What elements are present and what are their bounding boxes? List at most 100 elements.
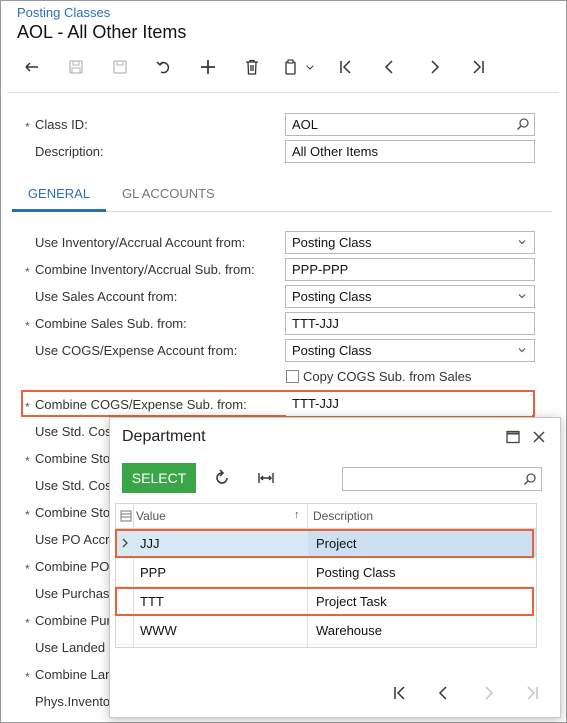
- truncated-field-label: Use Landed: [35, 640, 106, 655]
- column-header-description[interactable]: Description: [313, 509, 373, 523]
- row-highlight-jjj: [115, 529, 534, 558]
- back-icon: [25, 62, 38, 72]
- save-close-button[interactable]: [54, 52, 98, 82]
- add-button[interactable]: [186, 52, 230, 82]
- inv-sub-value: PPP-PPP: [292, 262, 349, 277]
- next-record-button[interactable]: [412, 52, 456, 82]
- close-icon[interactable]: [531, 429, 547, 445]
- required-marker: *: [25, 508, 30, 522]
- undo-icon: [156, 61, 170, 74]
- fit-columns-icon[interactable]: [256, 468, 276, 488]
- refresh-icon[interactable]: [212, 468, 232, 488]
- delete-icon: [246, 59, 258, 75]
- sales-account-label: Use Sales Account from:: [35, 289, 178, 304]
- next-page-icon[interactable]: [479, 684, 497, 702]
- lookup-search-input[interactable]: [342, 467, 542, 491]
- row-highlight-ttt: [115, 587, 534, 616]
- dialog-title: Department: [122, 428, 206, 445]
- inv-sub-label: Combine Inventory/Accrual Sub. from:: [35, 262, 255, 277]
- undo-button[interactable]: [142, 52, 186, 82]
- cogs-sub-label: Combine COGS/Expense Sub. from:: [35, 397, 247, 412]
- first-page-icon[interactable]: [391, 684, 409, 702]
- truncated-field-label: Use PO Accr: [35, 532, 110, 547]
- inv-account-value: Posting Class: [292, 235, 372, 250]
- truncated-field-label: Combine Sto: [35, 505, 111, 520]
- cogs-account-value: Posting Class: [292, 343, 372, 358]
- class-id-value: AOL: [292, 117, 319, 132]
- sort-ascending-icon: ↑: [294, 509, 300, 521]
- truncated-field-label: Use Std. Cos: [35, 424, 112, 439]
- tab-gl-accounts[interactable]: GL ACCOUNTS: [122, 177, 215, 212]
- required-marker: *: [25, 400, 30, 414]
- chevron-down-icon: [306, 65, 314, 70]
- delete-button[interactable]: [230, 52, 274, 82]
- required-marker: *: [25, 562, 30, 576]
- select-button[interactable]: SELECT: [122, 463, 196, 493]
- cogs-account-label: Use COGS/Expense Account from:: [35, 343, 238, 358]
- add-icon: [201, 60, 215, 74]
- required-marker: *: [25, 616, 30, 630]
- copy-paste-menu-button[interactable]: [274, 52, 324, 82]
- required-marker: *: [25, 120, 30, 134]
- last-record-button[interactable]: [456, 52, 500, 82]
- value-cell: WWW: [140, 623, 177, 638]
- back-button[interactable]: [10, 52, 54, 82]
- save-button[interactable]: [98, 52, 142, 82]
- value-cell: PPP: [140, 565, 167, 580]
- search-icon[interactable]: [516, 117, 530, 131]
- tab-bar: GENERAL GL ACCOUNTS: [12, 177, 552, 212]
- inv-account-select[interactable]: Posting Class: [285, 231, 535, 254]
- next-icon: [431, 60, 440, 74]
- description-label: Description:: [35, 144, 104, 159]
- description-field[interactable]: All Other Items: [285, 140, 535, 163]
- cogs-sub-field[interactable]: TTT-JJJ: [286, 393, 532, 416]
- copy-cogs-checkbox[interactable]: [286, 370, 299, 383]
- required-marker: *: [25, 670, 30, 684]
- truncated-field-label: Combine PO: [35, 559, 110, 574]
- lookup-grid: Value ↑ Description JJJ Project PPP Posting…: [115, 503, 537, 648]
- department-lookup-dialog: Department SELECT Value ↑ Description JJ…: [109, 417, 561, 718]
- inv-sub-field[interactable]: PPP-PPP: [285, 258, 535, 281]
- last-page-icon[interactable]: [523, 684, 541, 702]
- class-id-field[interactable]: AOL: [285, 113, 535, 136]
- truncated-field-label: Combine Sto: [35, 451, 111, 466]
- class-id-label: Class ID:: [35, 117, 88, 132]
- first-record-button[interactable]: [324, 52, 368, 82]
- maximize-icon[interactable]: [506, 430, 520, 444]
- sales-account-select[interactable]: Posting Class: [285, 285, 535, 308]
- last-icon: [473, 60, 484, 74]
- description-value: All Other Items: [292, 144, 378, 159]
- required-marker: *: [25, 319, 30, 333]
- cogs-account-select[interactable]: Posting Class: [285, 339, 535, 362]
- truncated-field-label: Use Purchas: [35, 586, 110, 601]
- save-icon: [113, 60, 127, 74]
- required-marker: *: [25, 454, 30, 468]
- sales-sub-field[interactable]: TTT-JJJ: [285, 312, 535, 335]
- copy-cogs-label: Copy COGS Sub. from Sales: [303, 369, 472, 384]
- cogs-sub-value: TTT-JJJ: [292, 396, 339, 411]
- chevron-down-icon: [518, 240, 526, 245]
- grid-header: Value ↑ Description: [116, 504, 536, 529]
- copy-paste-icon: [285, 59, 296, 75]
- table-row[interactable]: WWW Warehouse: [116, 616, 536, 645]
- table-row[interactable]: PPP Posting Class: [116, 558, 536, 587]
- chevron-down-icon: [518, 294, 526, 299]
- toolbar: [10, 52, 500, 82]
- truncated-field-label: Combine Pur: [35, 613, 111, 628]
- prev-record-button[interactable]: [368, 52, 412, 82]
- sales-account-value: Posting Class: [292, 289, 372, 304]
- breadcrumb[interactable]: Posting Classes: [17, 5, 110, 20]
- sales-sub-value: TTT-JJJ: [292, 316, 339, 331]
- save-close-icon: [69, 60, 83, 74]
- sales-sub-label: Combine Sales Sub. from:: [35, 316, 187, 331]
- first-icon: [340, 60, 351, 74]
- tab-general[interactable]: GENERAL: [12, 177, 106, 212]
- prev-page-icon[interactable]: [435, 684, 453, 702]
- truncated-field-label: Phys.Invento: [35, 694, 111, 709]
- grid-settings-icon[interactable]: [120, 510, 132, 522]
- required-marker: *: [25, 265, 30, 279]
- page-title: AOL - All Other Items: [17, 22, 187, 42]
- column-header-value[interactable]: Value: [136, 509, 166, 523]
- truncated-field-label: Use Std. Cos: [35, 478, 112, 493]
- inv-account-label: Use Inventory/Accrual Account from:: [35, 235, 246, 250]
